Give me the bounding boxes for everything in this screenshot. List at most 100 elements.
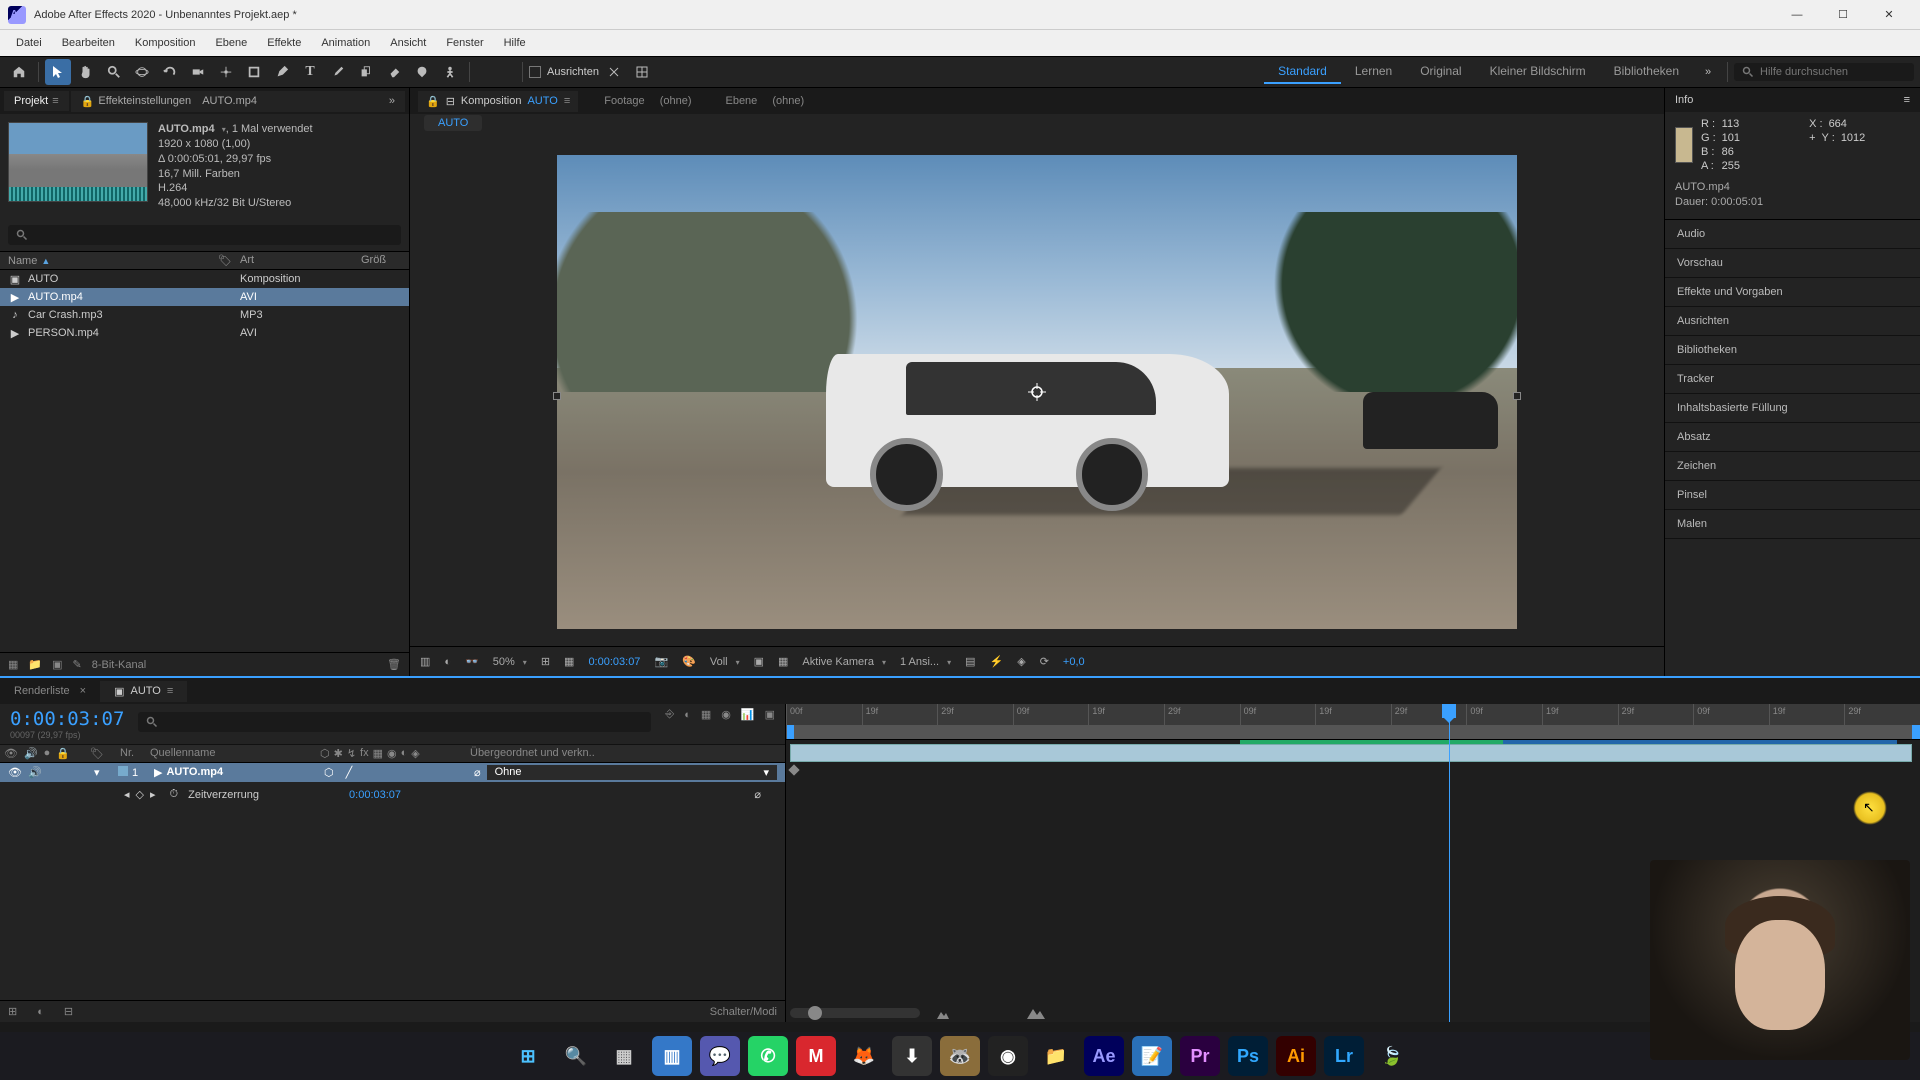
add-key-icon[interactable]: ◇ [136,788,144,801]
panel-audio[interactable]: Audio [1665,220,1920,249]
workspace-bibliotheken[interactable]: Bibliotheken [1600,60,1693,84]
viewer-timecode[interactable]: 0:00:03:07 [588,656,640,668]
taskbar-app[interactable]: 🍃 [1372,1036,1412,1076]
taskbar-mega[interactable]: M [796,1036,836,1076]
tab-renderlist[interactable]: Renderliste× [0,681,100,701]
zoom-tool[interactable] [101,59,127,85]
zoom-in-mountain-icon[interactable] [1026,1006,1046,1020]
snapshot-icon[interactable]: 📷 [654,655,668,668]
menu-animation[interactable]: Animation [311,33,380,53]
tab-project[interactable]: Projekt≡ [4,91,69,111]
text-tool[interactable]: T [297,59,323,85]
menu-komposition[interactable]: Komposition [125,33,206,53]
col-name[interactable]: Name [8,255,37,267]
maximize-button[interactable]: ☐ [1820,0,1866,30]
layer-row[interactable]: 👁🔊 ▾ 1 ▶AUTO.mp4 ⬡╱ ⌀ Ohne▾ [0,763,785,782]
panel-absatz[interactable]: Absatz [1665,423,1920,452]
new-comp-icon[interactable]: ▣ [52,658,62,671]
folder-icon[interactable]: 📁 [28,658,42,671]
zoom-out-mountain-icon[interactable] [936,1008,950,1020]
workspace-overflow-icon[interactable]: » [1695,59,1721,85]
tab-footage[interactable]: Footage (ohne) [596,91,699,111]
brush-tool[interactable] [325,59,351,85]
channel-icon[interactable]: ◐ [444,656,451,668]
res-icon[interactable]: ⊞ [541,655,550,668]
taskbar-widgets[interactable]: ▥ [652,1036,692,1076]
timeline-search[interactable] [138,712,651,732]
taskbar-jdown[interactable]: ⬇ [892,1036,932,1076]
toggle-switches-icon[interactable]: ⊞ [8,1005,17,1018]
taskbar-firefox[interactable]: 🦊 [844,1036,884,1076]
menu-datei[interactable]: Datei [6,33,52,53]
taskbar-search[interactable]: 🔍 [556,1036,596,1076]
viewer[interactable] [410,138,1664,646]
parent-select[interactable]: Ohne▾ [487,765,777,780]
col-source[interactable]: Quellenname [150,747,320,760]
orbit-tool[interactable] [129,59,155,85]
frame-blend-icon[interactable]: ▦ [701,708,711,721]
col-nr[interactable]: Nr. [120,747,150,760]
eraser-tool[interactable] [381,59,407,85]
layer-clip[interactable] [790,744,1912,762]
tab-effect-settings[interactable]: 🔒 Effekteinstellungen AUTO.mp4 » [71,91,405,112]
panel-pinsel[interactable]: Pinsel [1665,481,1920,510]
panel-inhaltsbasierte-füllung[interactable]: Inhaltsbasierte Füllung [1665,394,1920,423]
snap-options-icon[interactable] [601,59,627,85]
eye-icon[interactable]: 👁 [8,766,22,779]
hand-tool[interactable] [73,59,99,85]
project-item[interactable]: ▣AUTOKomposition [0,270,409,288]
panel-bibliotheken[interactable]: Bibliotheken [1665,336,1920,365]
menu-ebene[interactable]: Ebene [205,33,257,53]
menu-effekte[interactable]: Effekte [257,33,311,53]
switches-cols[interactable]: ⬡✱↯fx▦◉◐◈ [320,747,470,760]
fast-icon[interactable]: ⚡ [990,655,1004,668]
col-type[interactable]: Art [240,254,361,267]
taskbar-illustrator[interactable]: Ai [1276,1036,1316,1076]
anchor-tool[interactable] [213,59,239,85]
rect-tool[interactable] [241,59,267,85]
camera-select[interactable]: Aktive Kamera [802,656,886,668]
speaker-icon[interactable]: 🔊 [28,766,42,779]
render-icon[interactable]: ⟳ [1040,655,1049,668]
project-search[interactable] [8,225,401,245]
taskbar-obs[interactable]: ◉ [988,1036,1028,1076]
zoom-select[interactable]: 50% [493,656,527,668]
help-search[interactable]: Hilfe durchsuchen [1734,63,1914,81]
timeline-timecode[interactable]: 0:00:03:07 [10,708,124,730]
transp-icon[interactable]: ▦ [778,655,788,668]
minimize-button[interactable]: — [1774,0,1820,30]
project-item[interactable]: ▶AUTO.mp4AVI [0,288,409,306]
menu-bearbeiten[interactable]: Bearbeiten [52,33,125,53]
panel-tracker[interactable]: Tracker [1665,365,1920,394]
workspace-standard[interactable]: Standard [1264,60,1341,84]
menu-ansicht[interactable]: Ansicht [380,33,436,53]
rotate-tool[interactable] [157,59,183,85]
interpret-icon[interactable]: ▦ [8,658,18,671]
camera-tool[interactable] [185,59,211,85]
pen-tool[interactable] [269,59,295,85]
time-ruler[interactable]: 00f19f29f09f19f29f09f19f29f09f19f29f09f1… [786,704,1920,740]
tab-layer[interactable]: Ebene (ohne) [717,91,812,111]
menu-hilfe[interactable]: Hilfe [494,33,536,53]
info-header[interactable]: Info≡ [1665,88,1920,112]
playhead[interactable] [1449,704,1450,1022]
property-row[interactable]: ◂◇▸ ⏱ Zeitverzerrung 0:00:03:07 ⌀ [0,782,785,807]
taskbar-aftereffects[interactable]: Ae [1084,1036,1124,1076]
taskbar-explorer[interactable]: 📁 [1036,1036,1076,1076]
shy-icon[interactable]: ◐ [684,709,691,721]
alpha-icon[interactable]: ▥ [420,655,430,668]
keyframe[interactable] [788,764,799,775]
safe-icon[interactable]: ▦ [564,655,574,668]
close-button[interactable]: ✕ [1866,0,1912,30]
menu-fenster[interactable]: Fenster [436,33,493,53]
timeline-zoom-slider[interactable] [790,1008,920,1018]
roto-tool[interactable] [409,59,435,85]
taskbar-premiere[interactable]: Pr [1180,1036,1220,1076]
anchor-point-icon[interactable] [1027,382,1047,402]
motion-blur-icon[interactable]: ◉ [721,708,731,721]
roi-icon[interactable]: ▣ [754,655,764,668]
taskbar-photoshop[interactable]: Ps [1228,1036,1268,1076]
adjust-icon[interactable]: ✎ [73,658,82,671]
taskbar-whatsapp[interactable]: ✆ [748,1036,788,1076]
col-parent[interactable]: Übergeordnet und verkn.. [470,747,781,760]
